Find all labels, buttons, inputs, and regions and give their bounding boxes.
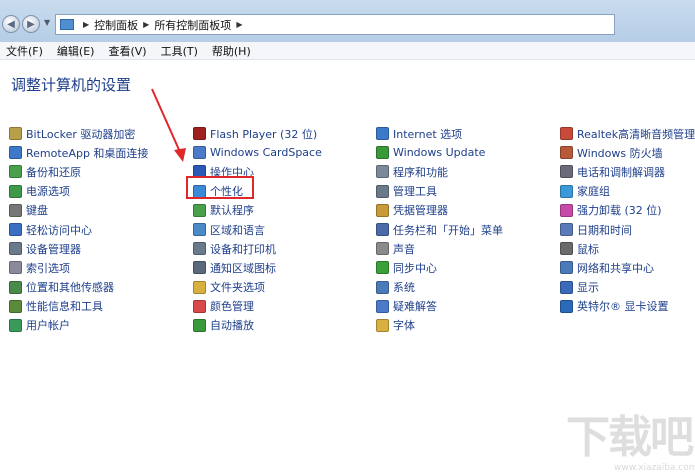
watermark-url: www.xiazaiba.com [614,463,695,473]
watermark-text: 下载吧 [566,412,694,463]
watermark: 下载吧 www.xiazaiba.com [566,412,695,474]
annotation-arrow [151,88,186,162]
